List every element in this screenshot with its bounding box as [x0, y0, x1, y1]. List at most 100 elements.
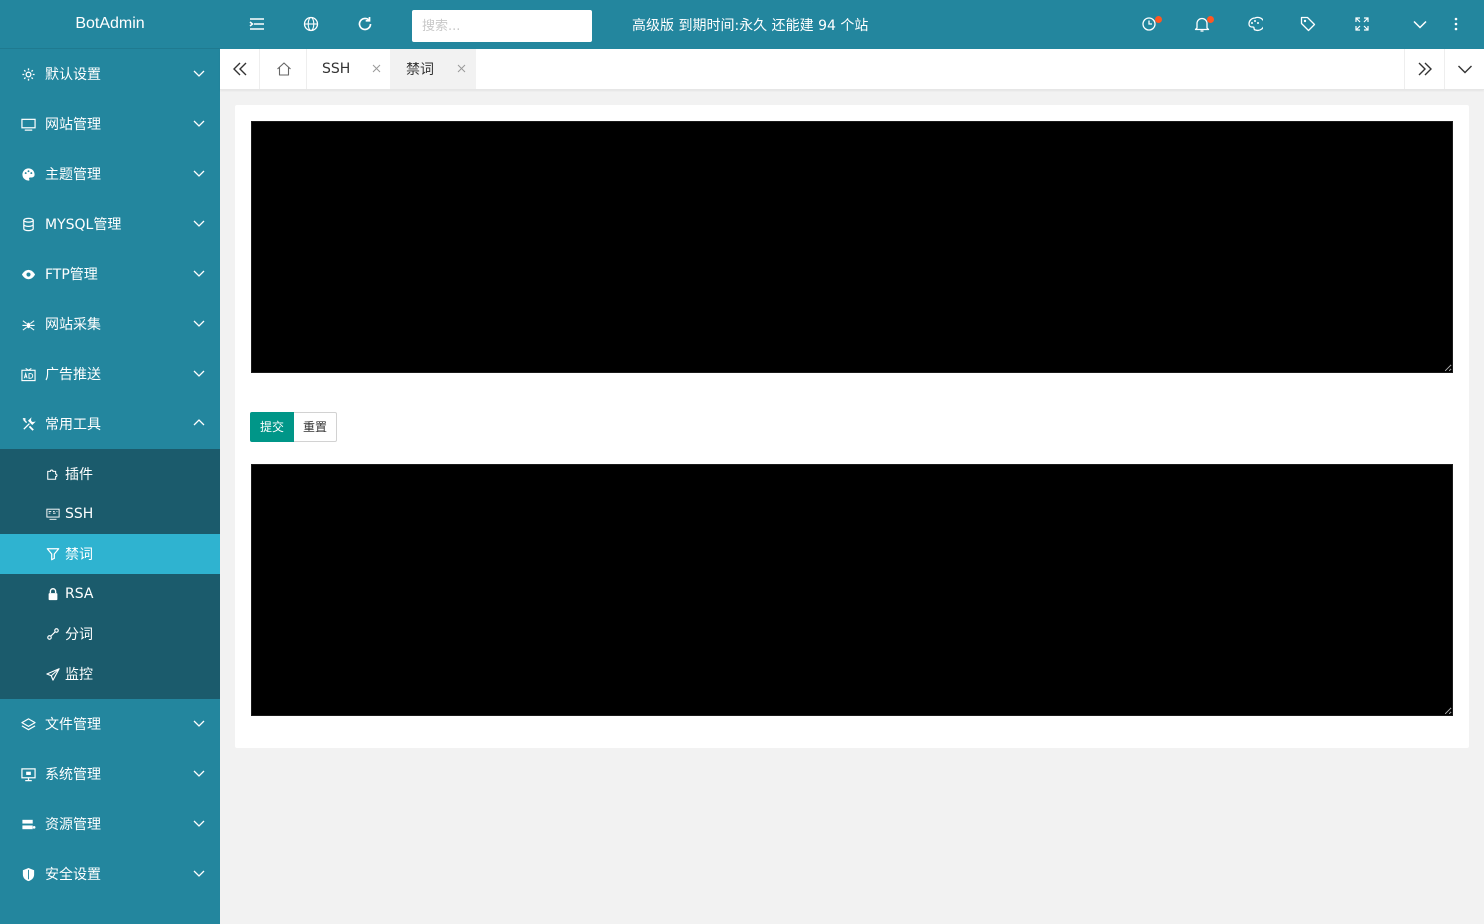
tools-submenu: 插件 SSH 禁词 RSA 分词 监控	[0, 449, 220, 699]
chevron-down-icon	[193, 67, 205, 79]
sidebar-item-label: 网站采集	[45, 317, 101, 333]
send-icon	[45, 666, 61, 682]
sidebar-subitem-label: 分词	[65, 627, 93, 643]
top-header: 高级版 到期时间:永久 还能建 94 个站	[220, 0, 1484, 49]
sidebar-subitem-plugins[interactable]: 插件	[0, 454, 220, 494]
menu-toggle-icon[interactable]	[247, 14, 267, 34]
tabs-scroll-left-button[interactable]	[220, 49, 260, 89]
puzzle-icon	[45, 466, 61, 482]
chevron-down-icon	[193, 717, 205, 729]
sidebar-item-file-management[interactable]: 文件管理	[0, 699, 220, 749]
shield-icon	[20, 866, 36, 882]
database-icon	[20, 216, 36, 232]
banned-words-input[interactable]	[251, 121, 1453, 373]
tools-icon	[20, 416, 36, 432]
sidebar-item-label: 默认设置	[45, 67, 101, 83]
sidebar-item-label: MYSQL管理	[45, 217, 122, 233]
sidebar-item-mysql-management[interactable]: MYSQL管理	[0, 199, 220, 249]
sidebar-item-site-management[interactable]: 网站管理	[0, 99, 220, 149]
sidebar-subitem-monitor[interactable]: 监控	[0, 654, 220, 694]
sidebar-subitem-banned-words[interactable]: 禁词	[0, 534, 220, 574]
globe-icon[interactable]	[301, 14, 321, 34]
sidebar-item-site-crawl[interactable]: 网站采集	[0, 299, 220, 349]
double-chevron-right-icon	[1418, 62, 1432, 76]
double-chevron-left-icon	[232, 62, 246, 76]
clock-icon[interactable]	[1140, 14, 1162, 34]
palette-icon	[20, 166, 36, 182]
tabs-bar: SSH 禁词	[220, 49, 1484, 90]
monitor-icon	[20, 116, 36, 132]
app-logo[interactable]: BotAdmin	[0, 0, 220, 49]
form-actions: 提交 重置	[250, 412, 338, 442]
license-notice: 高级版 到期时间:永久 还能建 94 个站	[632, 18, 869, 34]
tab-ssh[interactable]: SSH	[307, 49, 391, 89]
chevron-down-icon	[193, 117, 205, 129]
gear-icon	[20, 66, 36, 82]
chevron-down-icon	[193, 367, 205, 379]
close-icon[interactable]	[372, 64, 381, 73]
chevron-down-icon	[193, 167, 205, 179]
refresh-icon[interactable]	[355, 14, 375, 34]
chevron-down-icon	[193, 817, 205, 829]
sidebar-item-label: 文件管理	[45, 717, 101, 733]
sidebar-subitem-ssh[interactable]: SSH	[0, 494, 220, 534]
search-input[interactable]	[412, 10, 592, 42]
layers-icon	[20, 716, 36, 732]
submit-button[interactable]: 提交	[250, 412, 295, 442]
sidebar-item-ad-push[interactable]: 广告推送	[0, 349, 220, 399]
tab-home[interactable]	[261, 49, 307, 89]
sidebar-item-theme-management[interactable]: 主题管理	[0, 149, 220, 199]
chevron-down-icon	[193, 867, 205, 879]
sidebar-item-label: 网站管理	[45, 117, 101, 133]
tab-label: SSH	[322, 61, 351, 77]
tab-banned-words[interactable]: 禁词	[391, 49, 476, 89]
sidebar-subitem-label: SSH	[65, 506, 94, 522]
sidebar-subitem-label: RSA	[65, 586, 94, 602]
filter-icon	[45, 546, 61, 562]
chevron-down-icon	[193, 317, 205, 329]
chevron-down-icon	[1457, 65, 1472, 74]
eye-icon	[20, 266, 36, 282]
bell-icon[interactable]	[1192, 14, 1214, 34]
sidebar-item-label: 常用工具	[45, 417, 101, 433]
spider-icon	[20, 316, 36, 332]
sidebar-item-system-management[interactable]: 系统管理	[0, 749, 220, 799]
notification-dot	[1155, 16, 1162, 23]
ad-icon	[20, 366, 36, 382]
close-icon[interactable]	[457, 64, 466, 73]
tab-label: 禁词	[406, 62, 434, 78]
desktop-icon	[20, 766, 36, 782]
sidebar-subitem-label: 插件	[65, 467, 93, 483]
sidebar-item-label: 主题管理	[45, 167, 101, 183]
sidebar-item-security-settings[interactable]: 安全设置	[0, 849, 220, 899]
sidebar-item-label: FTP管理	[45, 267, 98, 283]
home-icon	[276, 62, 291, 76]
palette-icon[interactable]	[1245, 14, 1265, 34]
tag-icon[interactable]	[1298, 14, 1318, 34]
ssh-icon	[45, 506, 61, 522]
sidebar-item-default-settings[interactable]: 默认设置	[0, 49, 220, 99]
sidebar-item-label: 资源管理	[45, 817, 101, 833]
sidebar-item-common-tools[interactable]: 常用工具	[0, 399, 220, 449]
sidebar-subitem-segmentation[interactable]: 分词	[0, 614, 220, 654]
more-vertical-icon[interactable]	[1446, 14, 1466, 34]
sidebar-item-label: 安全设置	[45, 867, 101, 883]
notification-dot	[1207, 16, 1214, 23]
sidebar-item-resource-management[interactable]: 资源管理	[0, 799, 220, 849]
tabs-menu-button[interactable]	[1444, 49, 1484, 89]
sidebar-item-ftp-management[interactable]: FTP管理	[0, 249, 220, 299]
tabs-scroll-right-button[interactable]	[1404, 49, 1444, 89]
chevron-down-icon	[193, 767, 205, 779]
content-card: 提交 重置	[235, 105, 1469, 748]
sidebar-item-label: 广告推送	[45, 367, 101, 383]
chevron-up-icon	[193, 417, 205, 429]
sidebar-subitem-label: 监控	[65, 667, 93, 683]
reset-button[interactable]: 重置	[294, 412, 338, 442]
banned-words-output[interactable]	[251, 464, 1453, 716]
sidebar-item-label: 系统管理	[45, 767, 101, 783]
sidebar-subitem-label: 禁词	[65, 547, 93, 563]
chevron-down-icon[interactable]	[1410, 14, 1430, 34]
fullscreen-icon[interactable]	[1352, 14, 1372, 34]
sidebar-subitem-rsa[interactable]: RSA	[0, 574, 220, 614]
server-icon	[20, 816, 36, 832]
